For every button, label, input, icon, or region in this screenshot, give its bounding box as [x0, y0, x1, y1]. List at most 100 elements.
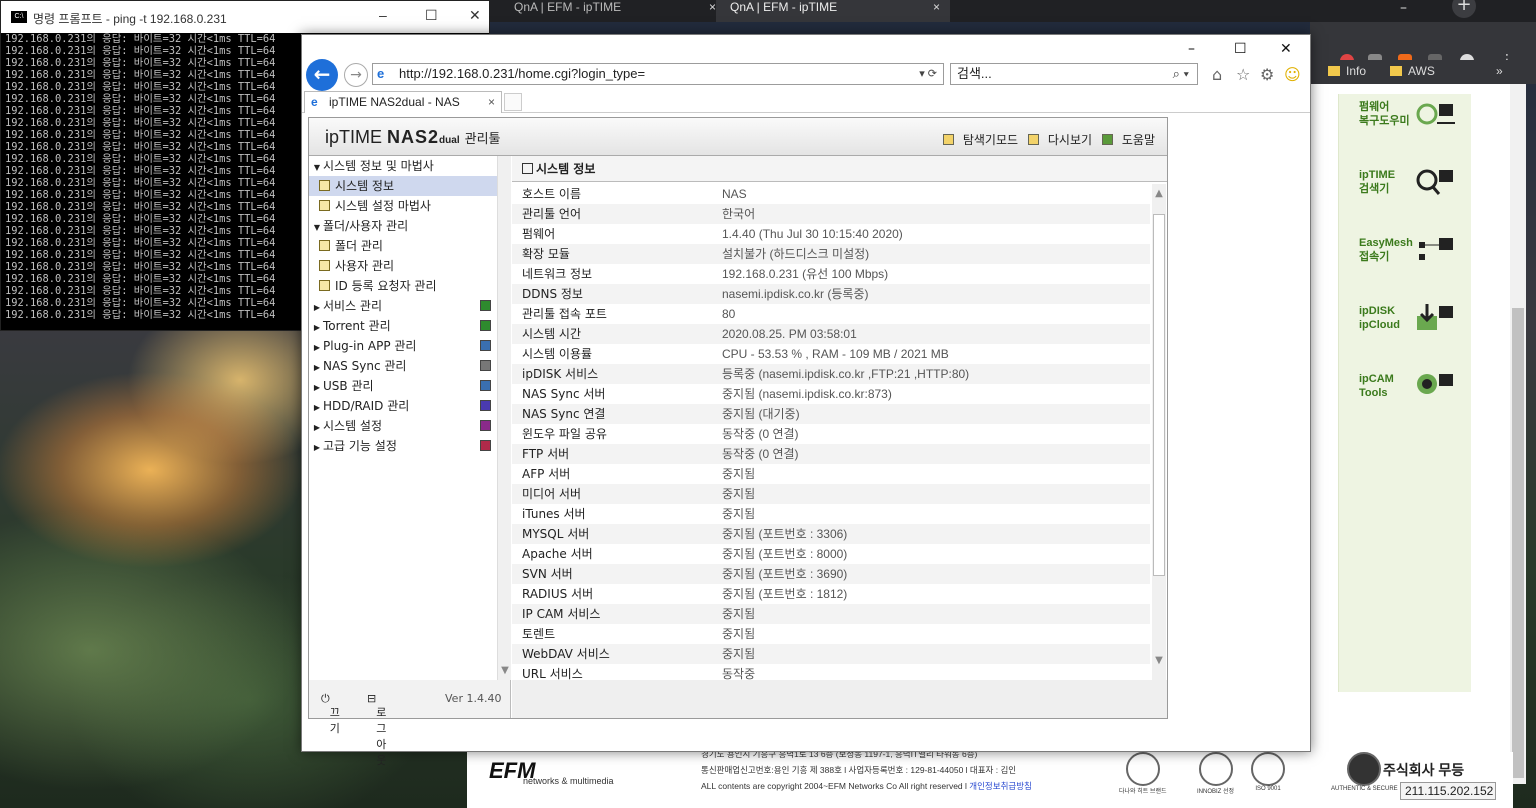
refresh-icon[interactable]: ▾ ⟳	[919, 64, 937, 84]
sidebar-item-label: 고급 기능 설정	[323, 439, 397, 453]
bookmark-info[interactable]: Info	[1328, 64, 1366, 78]
close-tab-icon[interactable]: ×	[709, 0, 716, 14]
favorites-star-icon[interactable]: ☆	[1236, 65, 1250, 84]
sidebar-item[interactable]: ▶ HDD/RAID 관리	[309, 396, 497, 416]
info-row: 호스트 이름 NAS	[512, 184, 1150, 204]
bookmark-aws[interactable]: AWS	[1390, 64, 1435, 78]
expand-arrow-icon[interactable]: ▶	[311, 398, 323, 418]
info-value: NAS	[722, 187, 747, 201]
page-scrollbar-thumb[interactable]	[1512, 308, 1524, 778]
minimize-icon[interactable]: –	[379, 7, 387, 23]
sidebar-item[interactable]: ▶ NAS Sync 관리	[309, 356, 497, 376]
address-bar[interactable]: e http://192.168.0.231/home.cgi?login_ty…	[372, 63, 944, 85]
sidebar-item[interactable]: ▶ 서비스 관리	[309, 296, 497, 316]
collapse-arrow-icon[interactable]: ▼	[311, 158, 323, 178]
category-icon	[480, 300, 491, 311]
gear-icon[interactable]: ⚙	[1260, 65, 1274, 84]
new-tab-button[interactable]: +	[1452, 0, 1476, 18]
info-key: 미디어 서버	[522, 487, 582, 501]
tool-firmware-recovery[interactable]: 펌웨어 복구도우미	[1359, 100, 1410, 128]
info-scrollbar[interactable]: ▲ ▼	[1152, 184, 1166, 680]
help-link[interactable]: 도움말	[1101, 133, 1155, 147]
brand-right: 주식회사 무등	[1383, 762, 1465, 778]
search-input[interactable]: 검색... ⌕ ▾	[950, 63, 1198, 85]
info-value: 192.168.0.231 (유선 100 Mbps)	[722, 267, 889, 281]
bookmark-bar: Info AWS »	[1310, 60, 1536, 84]
sidebar-item-label: Torrent 관리	[323, 319, 391, 333]
sidebar-item[interactable]: ID 등록 요청자 관리	[309, 276, 497, 296]
info-key: NAS Sync 연결	[522, 407, 606, 421]
ie-window[interactable]: – ☐ ✕ ← → e http://192.168.0.231/home.cg…	[301, 34, 1311, 767]
refresh-link[interactable]: 다시보기	[1027, 133, 1092, 147]
expand-arrow-icon[interactable]: ▶	[311, 318, 323, 338]
minimize-icon[interactable]: –	[1400, 0, 1407, 16]
scrollbar-thumb[interactable]	[1153, 214, 1165, 576]
sidebar-item[interactable]: ▶ 고급 기능 설정	[309, 436, 497, 456]
maximize-icon[interactable]: ☐	[425, 7, 438, 24]
folder-icon	[1390, 66, 1402, 76]
close-tab-icon[interactable]: ×	[488, 92, 495, 112]
privacy-link[interactable]: 개인정보취급방침	[969, 781, 1032, 791]
badge: 다나와 히트 브랜드	[1119, 752, 1167, 795]
smiley-icon[interactable]: ☺	[1284, 65, 1301, 84]
maximize-icon[interactable]: ☐	[1234, 41, 1247, 57]
close-icon[interactable]: ✕	[469, 7, 481, 24]
sidebar-item[interactable]: 시스템 설정 마법사	[309, 196, 497, 216]
cmd-icon: C:\	[11, 11, 27, 23]
scroll-up-icon[interactable]: ▲	[1152, 188, 1166, 199]
tool-iptime-finder[interactable]: ipTIME 검색기	[1359, 168, 1395, 196]
close-icon[interactable]: ✕	[1280, 41, 1292, 57]
info-value: 중지됨 (포트번호 : 3690)	[722, 567, 848, 581]
collapse-arrow-icon[interactable]: ▼	[311, 218, 323, 238]
scroll-down-icon[interactable]: ▼	[1152, 655, 1166, 666]
tool-ipdisk[interactable]: ipDISK ipCloud	[1359, 304, 1400, 332]
sidebar-item[interactable]: 시스템 정보	[309, 176, 497, 196]
sidebar-item[interactable]: ▼ 시스템 정보 및 마법사	[309, 156, 497, 176]
forward-button[interactable]: →	[344, 63, 368, 87]
sidebar-item[interactable]: 폴더 관리	[309, 236, 497, 256]
info-row: WebDAV 서비스 중지됨	[512, 644, 1150, 664]
cmd-titlebar[interactable]: C:\ 명령 프롬프트 - ping -t 192.168.0.231 – ☐ …	[1, 1, 489, 33]
scroll-down-icon[interactable]: ▼	[498, 665, 512, 676]
sidebar-item[interactable]: ▶ USB 관리	[309, 376, 497, 396]
expand-arrow-icon[interactable]: ▶	[311, 298, 323, 318]
new-tab-button[interactable]	[504, 93, 522, 111]
home-icon[interactable]: ⌂	[1212, 65, 1222, 84]
expand-arrow-icon[interactable]: ▶	[311, 378, 323, 398]
url-text: http://192.168.0.231/home.cgi?login_type…	[399, 66, 646, 81]
close-tab-icon[interactable]: ×	[933, 0, 940, 14]
search-icon[interactable]: ⌕ ▾	[1173, 64, 1189, 84]
expand-arrow-icon[interactable]: ▶	[311, 418, 323, 438]
power-off-button[interactable]: ⏻ 끄기	[321, 692, 340, 735]
info-value: 중지됨	[722, 607, 756, 621]
ip-tooltip: 211.115.202.152	[1400, 782, 1496, 800]
info-value: 1.4.40 (Thu Jul 30 10:15:40 2020)	[722, 227, 903, 241]
chrome-toolbar: ⋮	[1310, 22, 1536, 68]
sidebar-item[interactable]: ▶ 시스템 설정	[309, 416, 497, 436]
tool-easymesh[interactable]: EasyMesh 접속기	[1359, 236, 1413, 264]
chrome-tab[interactable]: QnA | EFM - ipTIME ×	[500, 0, 726, 22]
sidebar-item-label: ID 등록 요청자 관리	[335, 279, 437, 293]
expand-arrow-icon[interactable]: ▶	[311, 338, 323, 358]
menu-tree: ▼ 시스템 정보 및 마법사 시스템 정보 시스템 설정 마법사 ▼ 폴더/사용자 관리 폴…	[309, 156, 497, 680]
tool-ipcam[interactable]: ipCAM Tools	[1359, 372, 1394, 400]
explorer-mode-link[interactable]: 탐색기모드	[942, 133, 1018, 147]
expand-arrow-icon[interactable]: ▶	[311, 438, 323, 458]
sidebar-item[interactable]: 사용자 관리	[309, 256, 497, 276]
sidebar-item[interactable]: ▼ 폴더/사용자 관리	[309, 216, 497, 236]
info-value: 중지됨 (포트번호 : 1812)	[722, 587, 848, 601]
sidebar-scrollbar[interactable]: ▼	[497, 156, 511, 680]
minimize-icon[interactable]: –	[1188, 41, 1195, 57]
chrome-tab-active[interactable]: QnA | EFM - ipTIME ×	[716, 0, 950, 22]
category-icon	[480, 380, 491, 391]
ie-tab[interactable]: e ipTIME NAS2dual - NAS ×	[304, 91, 502, 113]
info-value: 80	[722, 307, 736, 321]
logout-button[interactable]: ⊟ 로그아웃	[367, 692, 386, 767]
bookmarks-more[interactable]: »	[1496, 64, 1503, 78]
sidebar-item-label: 서비스 관리	[323, 299, 383, 313]
back-button[interactable]: ←	[306, 59, 338, 91]
sidebar-item[interactable]: ▶ Plug-in APP 관리	[309, 336, 497, 356]
expand-arrow-icon[interactable]: ▶	[311, 358, 323, 378]
sidebar-item[interactable]: ▶ Torrent 관리	[309, 316, 497, 336]
sidebar-item-label: 사용자 관리	[335, 259, 395, 273]
